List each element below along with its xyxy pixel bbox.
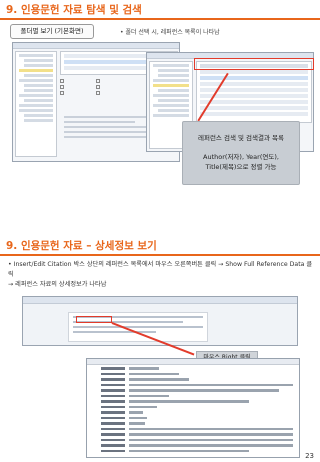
reference-row-highlight (76, 316, 112, 323)
folder-view-label: 폴더별 보기 (기본화면) (10, 24, 94, 39)
title-underline (0, 18, 320, 20)
slide-title: 9. 인용문헌 자료 탐색 및 검색 (6, 4, 142, 16)
callout-sort-note: Title(제목)으로 정렬 가능 (205, 163, 277, 171)
callout-heading: 레퍼런스 검색 및 검색결과 목록 (197, 134, 284, 142)
instruction-text: • Insert/Edit Citation 박스 상단의 레퍼런스 목록에서 … (8, 260, 314, 290)
result-list-highlight (194, 58, 314, 70)
page-number: 23 (305, 452, 314, 460)
folder-tree (15, 51, 57, 157)
full-reference-data-window (86, 358, 300, 458)
folder-hint: • 폴더 선택 시, 레퍼런스 목록이 나타남 (120, 29, 220, 36)
instruction-line-1: • Insert/Edit Citation 박스 상단의 레퍼런스 목록에서 … (8, 261, 313, 278)
slide-search: 9. 인용문헌 자료 탐색 및 검색 폴더별 보기 (기본화면) • 폴더 선택… (0, 0, 320, 226)
slide-title: 9. 인용문헌 자료 – 상세정보 보기 (6, 240, 157, 252)
title-underline (0, 254, 320, 256)
callout-sort-fields: Author(저자), Year(연도), (203, 153, 279, 161)
result-callout: 레퍼런스 검색 및 검색결과 목록 Author(저자), Year(연도), … (182, 121, 300, 185)
slide-detail: 9. 인용문헌 자료 – 상세정보 보기 • Insert/Edit Citat… (0, 236, 320, 462)
instruction-line-2: → 레퍼런스 자료의 상세정보가 나타남 (8, 281, 107, 288)
